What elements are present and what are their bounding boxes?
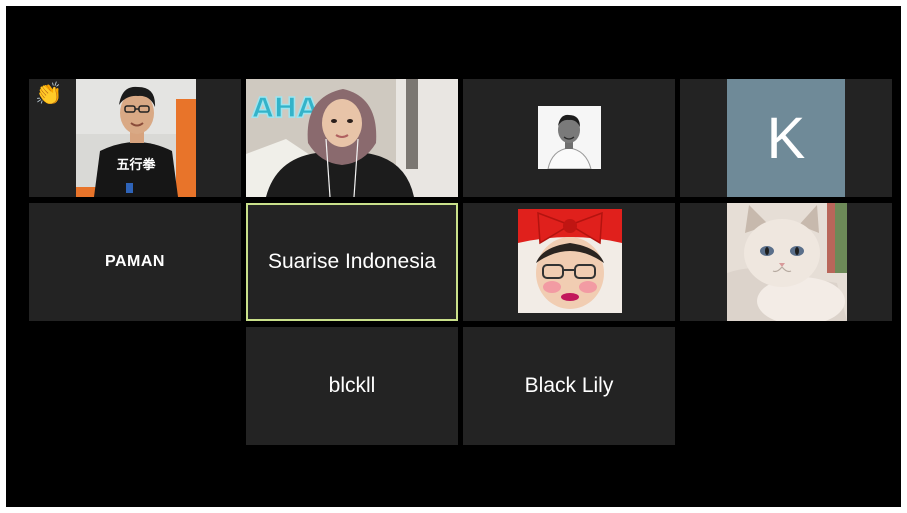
- participant-video: 五行拳: [76, 79, 196, 197]
- participant-tile-9[interactable]: blckll: [246, 327, 458, 445]
- profile-photo: [518, 209, 622, 313]
- profile-photo: [727, 203, 847, 321]
- svg-text:AHA: AHA: [252, 91, 319, 124]
- participant-tile-6-active-speaker[interactable]: Suarise Indonesia: [246, 203, 458, 321]
- avatar: K: [727, 79, 845, 197]
- participant-tile-4[interactable]: K: [680, 79, 892, 197]
- participant-name: Suarise Indonesia: [267, 250, 437, 273]
- participant-tile-10[interactable]: Black Lily: [463, 327, 675, 445]
- participant-name: Black Lily: [524, 374, 614, 397]
- participant-tile-7[interactable]: [463, 203, 675, 321]
- clapping-hands-icon: 👏: [35, 81, 63, 106]
- participant-tile-1[interactable]: 五行拳 👏: [29, 79, 241, 197]
- participant-name: PAMAN: [105, 253, 165, 270]
- participant-video: AHA: [246, 79, 458, 197]
- meeting-gallery-view: 五行拳 👏 AHA K PAMAN Suarise Indonesia blck…: [6, 6, 901, 507]
- svg-text:五行拳: 五行拳: [116, 157, 156, 173]
- profile-photo: [538, 106, 601, 169]
- participant-name: blckll: [328, 374, 376, 397]
- participant-tile-8[interactable]: [680, 203, 892, 321]
- participant-tile-5[interactable]: PAMAN: [29, 203, 241, 321]
- participant-tile-3[interactable]: [463, 79, 675, 197]
- participant-tile-2[interactable]: AHA: [246, 79, 458, 197]
